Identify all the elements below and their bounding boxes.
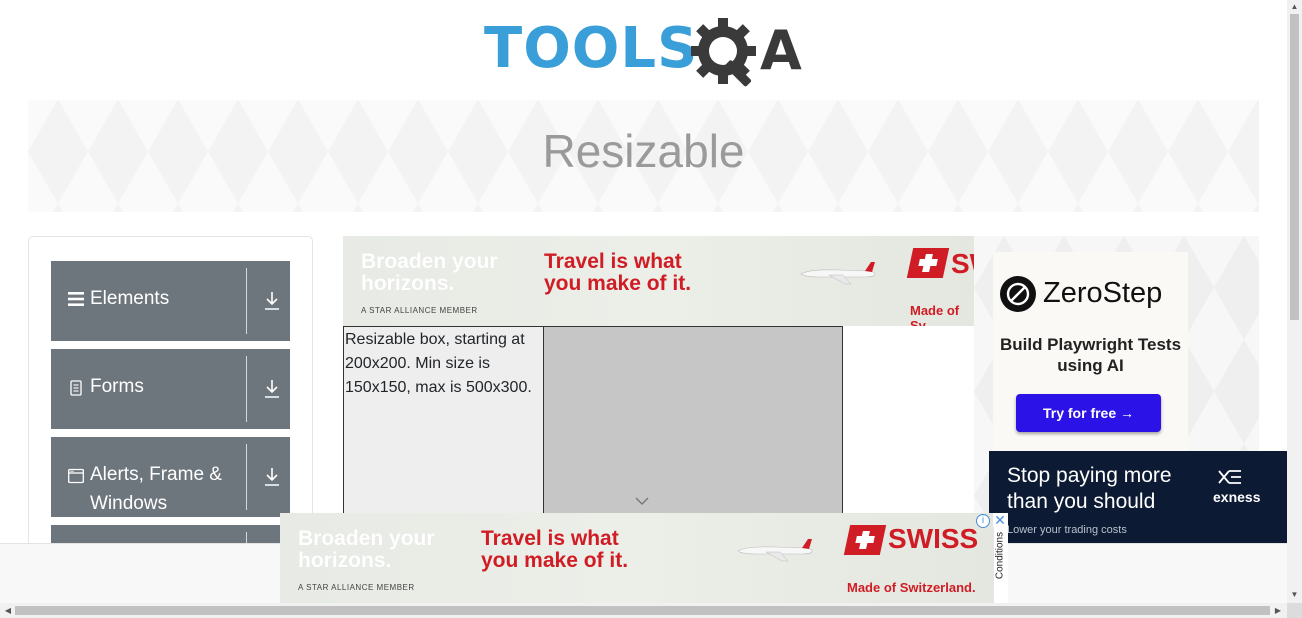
download-icon[interactable] — [263, 291, 281, 311]
ad-headline-red-2: you make of it. — [544, 272, 692, 295]
resizable-box-area — [544, 327, 842, 527]
sidebar-group-label: Elements — [90, 288, 170, 309]
ad-conditions-link[interactable]: Conditions — [992, 528, 1008, 588]
ad-conditions-label: Conditions — [994, 531, 1006, 580]
airplane-image — [737, 539, 813, 562]
exness-ad[interactable]: Stop paying more than you should Lower y… — [989, 451, 1287, 543]
toolsqa-logo[interactable]: TOOLS A — [484, 15, 806, 91]
ad-brand: SWISS — [888, 523, 979, 554]
divider — [246, 268, 247, 334]
gear-icon — [691, 18, 756, 87]
exness-logo-icon — [1218, 470, 1241, 484]
scrollbar-corner — [1287, 603, 1302, 618]
page-title: Resizable — [542, 125, 745, 177]
chevron-down-icon — [635, 497, 649, 505]
zerostep-name: ZeroStep — [1043, 277, 1163, 309]
ad-tagline: Made of Switzerland. — [847, 580, 976, 595]
swiss-flag-icon — [906, 248, 950, 278]
divider — [246, 356, 247, 422]
ad-headline-white-2: horizons. — [361, 272, 455, 295]
sidebar-group-label: Alerts, Frame & — [90, 464, 222, 485]
ad-tagline: Made of Sv — [910, 303, 960, 326]
sidebar-group-label-line2: Windows — [90, 493, 168, 514]
star-alliance-text: A STAR ALLIANCE MEMBER — [361, 306, 478, 315]
horizontal-scrollbar-thumb[interactable] — [15, 606, 1270, 615]
download-icon[interactable] — [263, 379, 281, 399]
try-for-free-button[interactable]: Try for free → — [1016, 394, 1161, 432]
exness-headline: Stop paying more than you should — [1007, 463, 1172, 515]
window-icon — [68, 468, 84, 484]
scroll-left-arrow-icon[interactable]: ◀ — [2, 603, 14, 618]
ad-headline-white: Broaden your — [361, 250, 498, 273]
vertical-scrollbar-thumb[interactable] — [1290, 14, 1299, 320]
divider — [246, 444, 247, 510]
exness-headline-line2: than you should — [1007, 490, 1156, 513]
logo-text-tools: TOOLS — [484, 16, 699, 81]
sidebar-group-elements[interactable]: Elements — [51, 261, 290, 341]
sidebar-group-label: Forms — [90, 376, 144, 397]
zerostep-logo-icon — [1000, 276, 1036, 312]
ad-close-icon[interactable]: ✕ — [993, 513, 1007, 527]
sidebar-group-forms[interactable]: Forms — [51, 349, 290, 429]
page-banner: Resizable — [28, 100, 1259, 212]
ad-headline-red-2: you make of it. — [481, 549, 629, 572]
star-alliance-text: A STAR ALLIANCE MEMBER — [298, 583, 415, 592]
exness-headline-line1: Stop paying more — [1007, 464, 1172, 487]
swiss-ad-top[interactable]: Broaden your horizons. Travel is what yo… — [343, 236, 974, 326]
menu-icon — [68, 292, 84, 306]
ad-headline-white: Broaden your — [298, 527, 435, 550]
logo-text-a: A — [760, 19, 802, 82]
ad-brand: SW — [951, 248, 974, 279]
resizable-box-text: Resizable box, starting at 200x200. Min … — [345, 328, 542, 400]
swiss-flag-icon — [843, 525, 887, 555]
zerostep-tagline: Build Playwright Tests using AI — [999, 335, 1182, 375]
scroll-up-arrow-icon[interactable]: ▲ — [1287, 1, 1302, 13]
exness-subline: Lower your trading costs — [1007, 524, 1127, 536]
ad-headline-red: Travel is what — [544, 250, 682, 273]
zerostep-ad[interactable]: ZeroStep Build Playwright Tests using AI… — [993, 252, 1188, 452]
ad-info-icon[interactable]: i — [976, 514, 990, 528]
ad-headline-white-2: horizons. — [298, 549, 392, 572]
airplane-image — [800, 262, 876, 285]
swiss-ad-bottom[interactable]: Broaden your horizons. Travel is what yo… — [280, 513, 994, 603]
document-icon — [70, 380, 82, 396]
exness-logo: exness — [1213, 489, 1261, 505]
ad-headline-red: Travel is what — [481, 527, 619, 550]
download-icon[interactable] — [263, 467, 281, 487]
scroll-down-arrow-icon[interactable]: ▼ — [1287, 589, 1302, 601]
scroll-right-arrow-icon[interactable]: ▶ — [1272, 603, 1284, 618]
sidebar-group-alerts[interactable]: Alerts, Frame & Windows — [51, 437, 290, 517]
